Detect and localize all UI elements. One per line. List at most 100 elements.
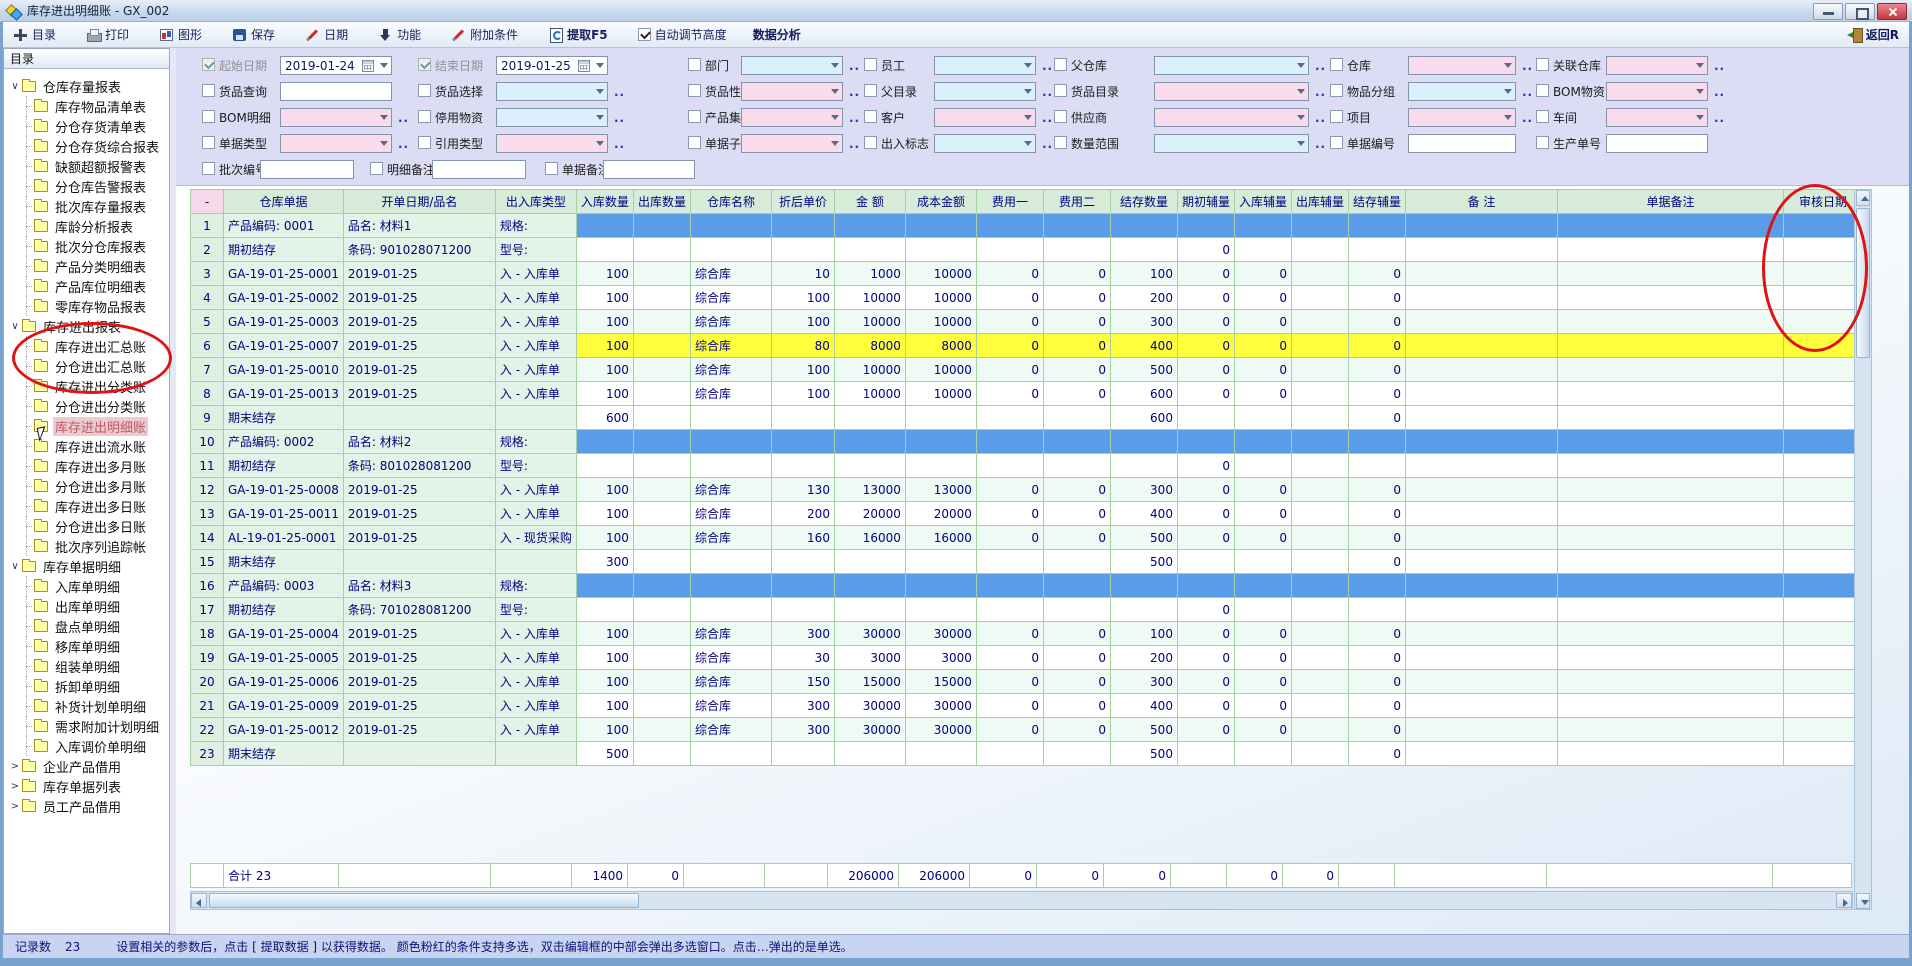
tree-item-批次库存量报表[interactable]: 批次库存量报表 <box>4 196 169 216</box>
chevron-down-icon[interactable] <box>827 109 842 126</box>
cell-出库数量[interactable] <box>633 358 690 382</box>
filter-checkbox-BOM明细[interactable] <box>202 110 215 123</box>
filter-checkbox-出入标志[interactable] <box>864 136 877 149</box>
cell-出库数量[interactable] <box>633 262 690 286</box>
cell-折后单价[interactable] <box>771 214 834 238</box>
scroll-right-arrow[interactable] <box>1836 893 1852 908</box>
cell-开单日期/品名[interactable]: 2019-01-25 <box>343 694 495 718</box>
cell-结存辅量[interactable]: 0 <box>1349 646 1406 670</box>
cell--[interactable]: 17 <box>191 598 224 622</box>
cell-出库数量[interactable] <box>633 382 690 406</box>
cell-折后单价[interactable]: 100 <box>771 358 834 382</box>
more-options-dots-货品选择[interactable]: .. <box>614 85 625 99</box>
cell-仓库名称[interactable] <box>690 598 771 622</box>
total-cell-出库辅量[interactable]: 0 <box>1283 864 1339 888</box>
toolbar-button-打印[interactable]: 打印 <box>86 26 129 43</box>
cell-成本金额[interactable] <box>905 574 976 598</box>
filter-checkbox-明细备注[interactable] <box>370 162 383 175</box>
cell-成本金额[interactable]: 10000 <box>905 310 976 334</box>
cell-结存辅量[interactable] <box>1349 238 1406 262</box>
cell-备 注[interactable] <box>1406 406 1558 430</box>
chevron-down-icon[interactable] <box>1293 109 1308 126</box>
cell-费用一[interactable]: 0 <box>976 358 1043 382</box>
cell-入库辅量[interactable]: 0 <box>1234 262 1291 286</box>
cell-费用二[interactable] <box>1043 430 1110 454</box>
cell--[interactable]: 11 <box>191 454 224 478</box>
cell-出入库类型[interactable]: 入 - 入库单 <box>495 262 576 286</box>
cell-出库数量[interactable] <box>633 574 690 598</box>
cell-仓库名称[interactable]: 综合库 <box>690 646 771 670</box>
cell-开单日期/品名[interactable] <box>343 742 495 766</box>
cell-金 额[interactable]: 20000 <box>834 502 905 526</box>
cell-仓库名称[interactable]: 综合库 <box>690 502 771 526</box>
filter-checkbox-单据编号[interactable] <box>1330 136 1343 149</box>
total-cell-审核日期[interactable] <box>1773 864 1852 888</box>
filter-field-起始日期[interactable]: 2019-01-24 <box>280 56 392 75</box>
tree-item-产品库位明细表[interactable]: 产品库位明细表 <box>4 276 169 296</box>
cell-出库数量[interactable] <box>633 694 690 718</box>
cell-出入库类型[interactable]: 入 - 入库单 <box>495 358 576 382</box>
cell-单据备注[interactable] <box>1558 286 1784 310</box>
cell-备 注[interactable] <box>1406 454 1558 478</box>
cell-备 注[interactable] <box>1406 502 1558 526</box>
cell-成本金额[interactable] <box>905 742 976 766</box>
column-header-结存数量[interactable]: 结存数量 <box>1110 190 1177 214</box>
cell-出库数量[interactable] <box>633 286 690 310</box>
filter-field-BOM明细[interactable] <box>280 108 392 127</box>
column-header-仓库名称[interactable]: 仓库名称 <box>690 190 771 214</box>
cell-单据备注[interactable] <box>1558 454 1784 478</box>
cell-费用一[interactable]: 0 <box>976 502 1043 526</box>
cell-入库辅量[interactable]: 0 <box>1234 358 1291 382</box>
cell-审核日期[interactable] <box>1784 694 1863 718</box>
cell-成本金额[interactable] <box>905 214 976 238</box>
filter-field-货品目录[interactable] <box>1154 82 1309 101</box>
cell--[interactable]: 18 <box>191 622 224 646</box>
cell-审核日期[interactable] <box>1784 622 1863 646</box>
cell-期初辅量[interactable] <box>1177 574 1234 598</box>
cell-出库辅量[interactable] <box>1291 718 1348 742</box>
cell-金 额[interactable]: 10000 <box>834 358 905 382</box>
cell-开单日期/品名[interactable]: 品名: 材料1 <box>343 214 495 238</box>
cell-期初辅量[interactable]: 0 <box>1177 622 1234 646</box>
cell-费用一[interactable] <box>976 406 1043 430</box>
cell-出入库类型[interactable]: 入 - 入库单 <box>495 622 576 646</box>
cell-结存辅量[interactable]: 0 <box>1349 286 1406 310</box>
cell-费用一[interactable]: 0 <box>976 310 1043 334</box>
filter-field-父仓库[interactable] <box>1154 56 1309 75</box>
cell-入库数量[interactable]: 600 <box>576 406 633 430</box>
total-cell-折后单价[interactable] <box>765 864 828 888</box>
tree-section-员工产品借用[interactable]: >员工产品借用 <box>4 796 169 816</box>
cell-出入库类型[interactable]: 入 - 入库单 <box>495 646 576 670</box>
cell-仓库单据[interactable]: GA-19-01-25-0003 <box>224 310 344 334</box>
cell-结存辅量[interactable]: 0 <box>1349 478 1406 502</box>
chevron-down-icon[interactable] <box>376 57 391 74</box>
filter-field-单据备注[interactable] <box>603 160 695 179</box>
cell-结存辅量[interactable] <box>1349 454 1406 478</box>
cell-期初辅量[interactable]: 0 <box>1177 238 1234 262</box>
cell-仓库单据[interactable]: 期初结存 <box>224 238 344 262</box>
filter-field-仓库[interactable] <box>1408 56 1516 75</box>
cell-出库辅量[interactable] <box>1291 502 1348 526</box>
more-options-dots-出入标志[interactable]: .. <box>1042 137 1053 151</box>
cell--[interactable]: 5 <box>191 310 224 334</box>
chevron-down-icon[interactable] <box>592 135 607 152</box>
cell-入库辅量[interactable]: 0 <box>1234 382 1291 406</box>
toolbar-button-图形[interactable]: 图形 <box>159 26 202 43</box>
cell-出入库类型[interactable]: 入 - 入库单 <box>495 382 576 406</box>
more-options-dots-供应商[interactable]: .. <box>1315 111 1326 125</box>
filter-field-货品选择[interactable] <box>496 82 608 101</box>
toolbar-button-日期[interactable]: 日期 <box>305 26 348 43</box>
cell-结存辅量[interactable] <box>1349 598 1406 622</box>
cell-费用一[interactable]: 0 <box>976 526 1043 550</box>
filter-checkbox-项目[interactable] <box>1330 110 1343 123</box>
chevron-down-icon[interactable] <box>1692 83 1707 100</box>
filter-field-车间[interactable] <box>1606 108 1708 127</box>
cell-结存数量[interactable]: 600 <box>1110 406 1177 430</box>
filter-field-部门[interactable] <box>741 56 843 75</box>
cell-金 额[interactable] <box>834 550 905 574</box>
tree-section-仓库存量报表[interactable]: ∨仓库存量报表 <box>4 76 169 96</box>
cell-成本金额[interactable]: 30000 <box>905 694 976 718</box>
cell-开单日期/品名[interactable]: 2019-01-25 <box>343 334 495 358</box>
cell-折后单价[interactable]: 100 <box>771 286 834 310</box>
chevron-down-icon[interactable] <box>1500 57 1515 74</box>
